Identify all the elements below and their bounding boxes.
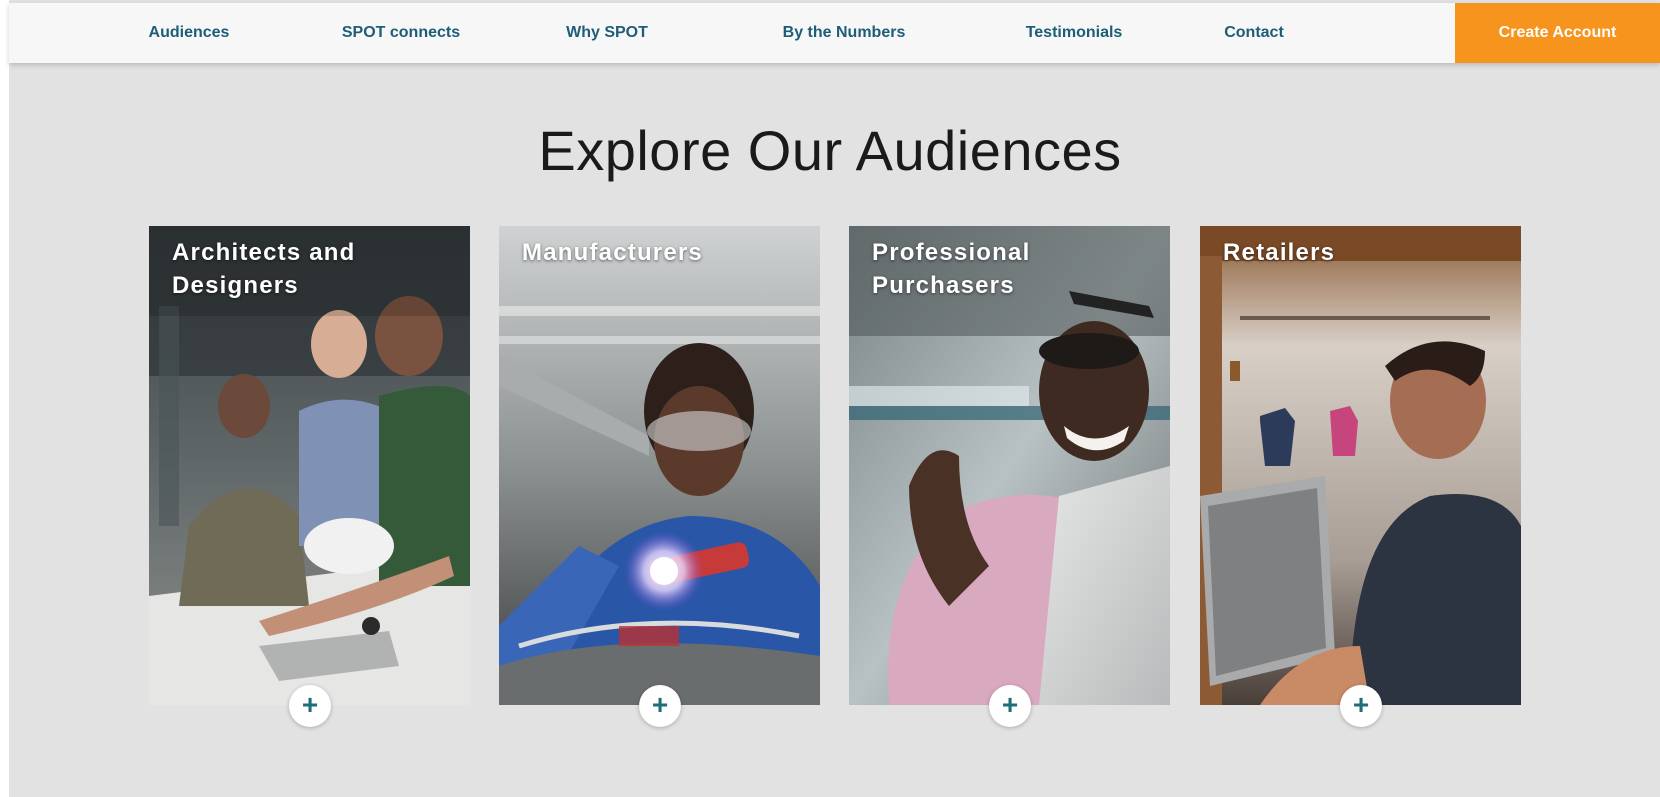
nav-link-why-spot[interactable]: Why SPOT (542, 3, 672, 63)
audience-card-architects-designers[interactable]: Architects and Designers + (149, 226, 470, 727)
plus-icon: + (301, 689, 319, 720)
card-label: Manufacturers (522, 239, 703, 266)
nav-link-contact[interactable]: Contact (1189, 3, 1319, 63)
card-photo-retailers (1200, 226, 1521, 705)
expand-card-button[interactable]: + (639, 685, 681, 727)
nav-link-by-the-numbers[interactable]: By the Numbers (744, 3, 944, 63)
card-label: Architects and Designers (172, 239, 356, 299)
card-photo-manufacturers (499, 226, 820, 705)
audience-card-retailers[interactable]: Retailers + (1200, 226, 1521, 727)
audience-card-professional-purchasers[interactable]: Professional Purchasers + (849, 226, 1170, 727)
nav-link-audiences[interactable]: Audiences (109, 3, 269, 63)
expand-card-button[interactable]: + (1340, 685, 1382, 727)
audience-card-manufacturers[interactable]: Manufacturers + (499, 226, 820, 727)
section-title: Explore Our Audiences (538, 119, 1122, 182)
card-label: Professional Purchasers (872, 239, 1031, 299)
expand-card-button[interactable]: + (289, 685, 331, 727)
expand-card-button[interactable]: + (989, 685, 1031, 727)
create-account-button[interactable]: Create Account (1455, 3, 1660, 63)
nav-link-spot-connects[interactable]: SPOT connects (316, 3, 486, 63)
plus-icon: + (651, 689, 669, 720)
card-label: Retailers (1223, 239, 1336, 266)
plus-icon: + (1352, 689, 1370, 720)
top-navbar: Audiences SPOT connects Why SPOT By the … (9, 3, 1660, 63)
plus-icon: + (1001, 689, 1019, 720)
nav-link-testimonials[interactable]: Testimonials (989, 3, 1159, 63)
page: Audiences SPOT connects Why SPOT By the … (0, 0, 1660, 797)
